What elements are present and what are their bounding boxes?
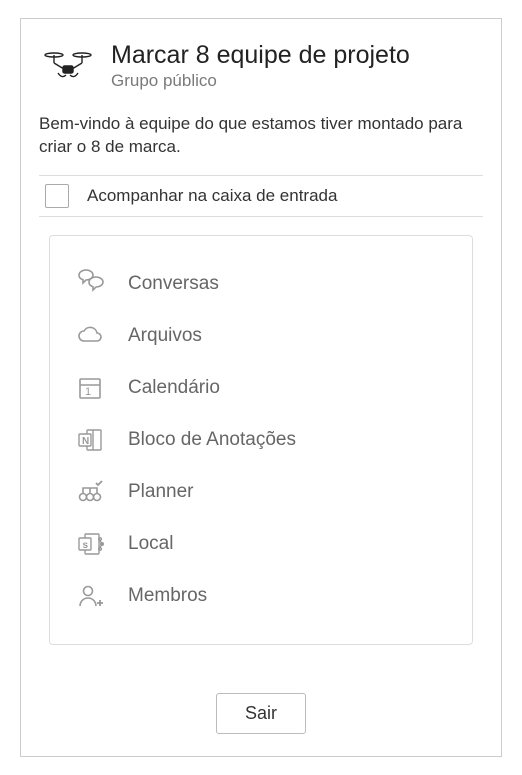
svg-text:N: N <box>82 436 89 447</box>
nav-card: Conversas Arquivos 1 Calendário <box>49 235 473 645</box>
planner-icon <box>74 476 106 508</box>
group-header: Marcar 8 equipe de projeto Grupo público <box>39 37 483 95</box>
nav-item-planner[interactable]: Planner <box>70 466 452 518</box>
chat-icon <box>74 268 106 300</box>
nav-item-members[interactable]: Membros <box>70 570 452 622</box>
site-icon: s <box>74 528 106 560</box>
nav-item-site[interactable]: s Local <box>70 518 452 570</box>
footer: Sair <box>39 675 483 734</box>
nav-label: Bloco de Anotações <box>128 429 296 451</box>
group-avatar <box>39 37 97 95</box>
follow-label: Acompanhar na caixa de entrada <box>87 186 337 206</box>
group-panel: Marcar 8 equipe de projeto Grupo público… <box>20 18 502 757</box>
nav-label: Local <box>128 533 173 555</box>
members-icon <box>74 580 106 612</box>
cloud-icon <box>74 320 106 352</box>
svg-text:1: 1 <box>85 386 91 398</box>
nav-label: Calendário <box>128 377 220 399</box>
nav-label: Membros <box>128 585 207 607</box>
group-title: Marcar 8 equipe de projeto <box>111 41 410 70</box>
nav-item-conversations[interactable]: Conversas <box>70 258 452 310</box>
group-subtitle: Grupo público <box>111 71 410 91</box>
nav-label: Arquivos <box>128 325 202 347</box>
leave-button[interactable]: Sair <box>216 693 306 734</box>
calendar-icon: 1 <box>74 372 106 404</box>
nav-label: Planner <box>128 481 194 503</box>
nav-item-calendar[interactable]: 1 Calendário <box>70 362 452 414</box>
svg-text:s: s <box>83 540 89 551</box>
welcome-text: Bem-vindo à equipe do que estamos tiver … <box>39 113 483 159</box>
group-title-block: Marcar 8 equipe de projeto Grupo público <box>111 41 410 92</box>
nav-item-files[interactable]: Arquivos <box>70 310 452 362</box>
follow-in-inbox-row[interactable]: Acompanhar na caixa de entrada <box>39 175 483 217</box>
follow-checkbox[interactable] <box>45 184 69 208</box>
nav-item-notebook[interactable]: N Bloco de Anotações <box>70 414 452 466</box>
notebook-icon: N <box>74 424 106 456</box>
drone-icon <box>44 51 92 81</box>
nav-label: Conversas <box>128 273 219 295</box>
